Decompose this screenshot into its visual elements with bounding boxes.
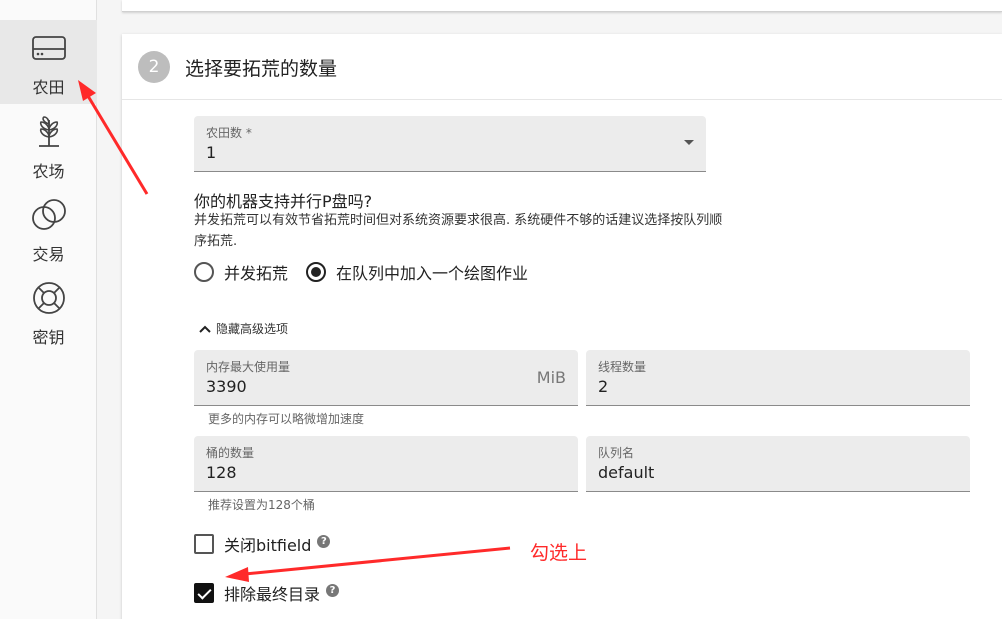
memory-field[interactable]: 内存最大使用量 3390 MiB	[194, 350, 578, 406]
memory-helper-text: 更多的内存可以略微增加速度	[208, 412, 365, 426]
step-title: 选择要拓荒的数量	[185, 58, 338, 80]
field-value: 3390	[206, 377, 247, 396]
field-label: 桶的数量	[206, 446, 255, 460]
sidebar-item-label: 交易	[32, 245, 65, 264]
threads-field[interactable]: 线程数量 2	[586, 350, 970, 406]
exclude-final-dir-checkbox[interactable]	[194, 583, 214, 603]
sidebar-item-label: 密钥	[32, 328, 65, 347]
step-number-badge: 2	[138, 51, 170, 83]
exclude-final-dir-option[interactable]: 排除最终目录 ?	[194, 581, 340, 605]
drive-icon	[29, 28, 69, 68]
chevron-up-icon	[199, 325, 211, 333]
sidebar: 钱包 农田 农场 交易 密钥	[0, 0, 97, 619]
dropdown-arrow-icon	[684, 140, 694, 145]
annotation-text: 勾选上	[530, 542, 588, 564]
field-label: 内存最大使用量	[206, 360, 291, 374]
sidebar-item-wallet-partial[interactable]: 钱包	[0, 0, 97, 2]
radio-label: 在队列中加入一个绘图作业	[336, 264, 529, 283]
checkbox-label: 关闭bitfield	[224, 536, 312, 555]
radio-parallel[interactable]: 并发拓荒	[194, 260, 288, 284]
lifebuoy-icon	[29, 278, 69, 318]
step-header: 2 选择要拓荒的数量	[122, 34, 1002, 100]
disable-bitfield-checkbox[interactable]	[194, 534, 214, 554]
buckets-field[interactable]: 桶的数量 128	[194, 436, 578, 492]
sidebar-item-trade[interactable]: 交易	[0, 187, 97, 271]
field-value: default	[598, 463, 655, 482]
previous-step-card	[122, 0, 1002, 12]
disable-bitfield-option[interactable]: 关闭bitfield ?	[194, 532, 331, 556]
sidebar-item-farm[interactable]: 农场	[0, 104, 97, 188]
plant-icon	[29, 112, 69, 152]
field-value: 1	[206, 143, 217, 162]
queue-name-field[interactable]: 队列名 default	[586, 436, 970, 492]
field-label: 农田数 *	[206, 126, 252, 140]
field-value: 128	[206, 463, 237, 482]
radio-button[interactable]	[306, 262, 326, 282]
field-label: 线程数量	[598, 360, 647, 374]
sidebar-item-label: 农场	[32, 162, 65, 181]
main-content: 2 选择要拓荒的数量 农田数 * 1 你的机器支持并行P盘吗? 并发拓荒可以有效…	[122, 0, 1002, 619]
radio-queue[interactable]: 在队列中加入一个绘图作业	[306, 260, 528, 284]
sidebar-item-label: 农田	[32, 78, 65, 97]
step-card: 2 选择要拓荒的数量 农田数 * 1 你的机器支持并行P盘吗? 并发拓荒可以有效…	[122, 34, 1002, 619]
sidebar-item-farm-plots[interactable]: 农田	[0, 20, 97, 104]
overlap-circles-icon	[29, 195, 69, 235]
help-icon[interactable]: ?	[317, 534, 331, 548]
parallel-question: 你的机器支持并行P盘吗?	[194, 192, 373, 211]
checkbox-label: 排除最终目录	[224, 585, 321, 604]
field-value: 2	[598, 377, 609, 396]
parallel-description: 并发拓荒可以有效节省拓荒时间但对系统资源要求很高. 系统硬件不够的话建议选择按队…	[194, 213, 723, 249]
buckets-helper-text: 推荐设置为128个桶	[208, 498, 315, 512]
radio-label: 并发拓荒	[224, 264, 289, 283]
farm-count-select[interactable]: 农田数 * 1	[194, 116, 706, 172]
radio-button[interactable]	[194, 262, 214, 282]
advanced-options-toggle[interactable]: 隐藏高级选项	[198, 320, 288, 337]
toggle-label: 隐藏高级选项	[216, 322, 289, 336]
field-unit: MiB	[536, 368, 566, 387]
help-icon[interactable]: ?	[326, 583, 340, 597]
field-label: 队列名	[598, 446, 635, 460]
sidebar-item-keys[interactable]: 密钥	[0, 270, 97, 354]
